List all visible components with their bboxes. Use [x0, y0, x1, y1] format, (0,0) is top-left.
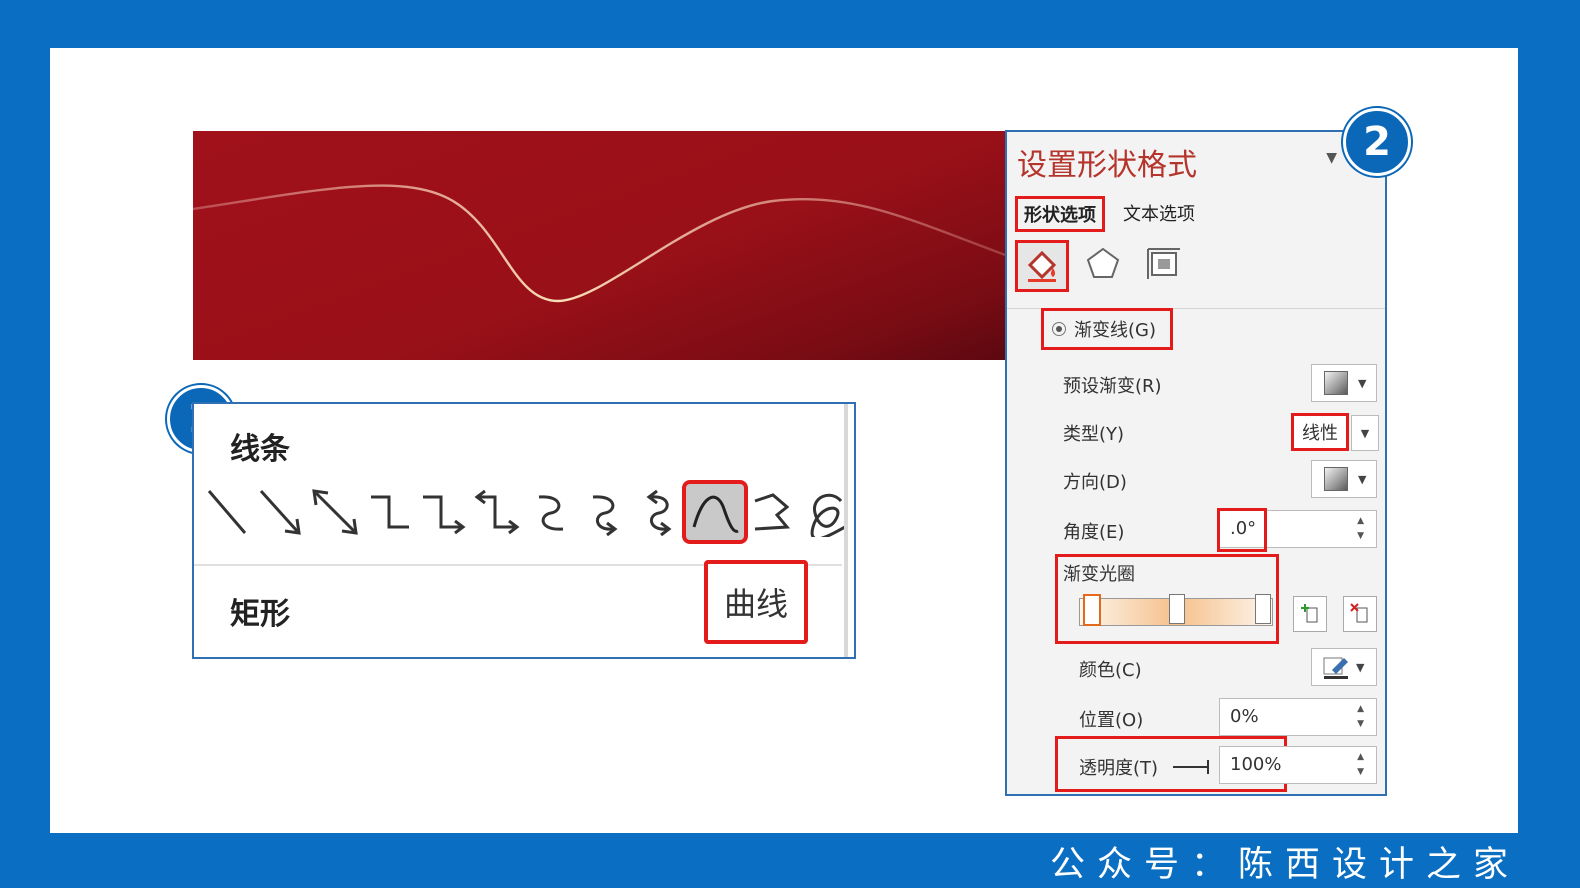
preset-gradient-dropdown[interactable]: ▼ — [1311, 364, 1377, 402]
tab-text-options[interactable]: 文本选项 — [1123, 200, 1195, 226]
add-stop-button[interactable] — [1293, 596, 1327, 632]
gradient-swatch-icon — [1324, 371, 1348, 395]
lines-heading: 线条 — [230, 432, 290, 467]
pentagon-glyph — [1086, 247, 1120, 278]
gradient-stop-handle[interactable] — [1169, 594, 1185, 624]
spin-down-icon[interactable]: ▼ — [1357, 719, 1364, 729]
gradient-stops-label: 渐变光圈 — [1063, 564, 1135, 585]
chevron-down-icon: ▼ — [1356, 660, 1365, 674]
chevron-down-icon: ▼ — [1358, 376, 1367, 390]
curve-tooltip: 曲线 — [704, 560, 808, 644]
direction-label: 方向(D) — [1063, 472, 1127, 493]
direction-swatch-icon — [1324, 467, 1348, 491]
tab-shape-options[interactable]: 形状选项 — [1015, 196, 1105, 232]
angle-highlight — [1217, 508, 1267, 552]
type-select[interactable]: 线性 — [1291, 413, 1349, 451]
position-value: 0% — [1230, 706, 1259, 727]
transparency-spinner[interactable]: 100% ▲ ▼ — [1219, 746, 1377, 784]
line-icon[interactable] — [200, 482, 254, 542]
spin-down-icon[interactable]: ▼ — [1357, 767, 1364, 777]
double-arrow-line-icon[interactable] — [308, 482, 362, 542]
gradient-stop-handle[interactable] — [1255, 594, 1271, 624]
freeform-icon[interactable] — [744, 482, 798, 542]
curved-double-arrow-glyph — [646, 489, 672, 537]
scribble-icon-glyph — [810, 493, 846, 537]
spin-up-icon[interactable]: ▲ — [1357, 516, 1364, 526]
position-spinner[interactable]: 0% ▲ ▼ — [1219, 698, 1377, 736]
color-label: 颜色(C) — [1079, 660, 1142, 681]
transparency-slider-icon[interactable] — [1173, 760, 1209, 774]
chevron-down-icon: ▼ — [1358, 472, 1367, 486]
shapes-gallery-lines: 线条 矩形 曲线 — [192, 402, 856, 659]
remove-stop-button[interactable] — [1343, 596, 1377, 632]
elbow-double-arrow-glyph — [474, 489, 520, 535]
curved-arrow-connector-icon[interactable] — [578, 482, 632, 542]
size-properties-icon[interactable] — [1139, 240, 1187, 286]
fill-line-icon[interactable] — [1015, 240, 1069, 292]
gradient-stop-handle[interactable] — [1083, 594, 1101, 626]
gradient-line-radio[interactable]: 渐变线(G) — [1041, 308, 1173, 350]
curve-icon-glyph — [692, 495, 739, 533]
size-glyph — [1147, 248, 1180, 279]
curved-double-arrow-connector-icon[interactable] — [632, 482, 686, 542]
gradient-line-label: 渐变线(G) — [1074, 320, 1156, 341]
pen-color-icon — [1323, 657, 1348, 679]
direction-dropdown[interactable]: ▼ — [1311, 460, 1377, 498]
arrow-line-icon[interactable] — [254, 482, 308, 542]
step-badge-2: 2 — [1343, 108, 1411, 176]
color-picker-button[interactable]: ▼ — [1311, 648, 1377, 686]
radio-dot-icon — [1052, 322, 1066, 336]
transparency-value: 100% — [1230, 754, 1282, 775]
curved-arrow-connector-glyph — [592, 495, 618, 537]
spin-down-icon[interactable]: ▼ — [1357, 531, 1364, 541]
spin-up-icon[interactable]: ▲ — [1357, 704, 1364, 714]
elbow-connector-icon[interactable] — [362, 482, 416, 542]
gallery-scrollbar[interactable] — [844, 404, 848, 657]
double-arrow-line-icon-glyph — [312, 489, 358, 535]
elbow-arrow-connector-icon[interactable] — [416, 482, 470, 542]
type-label: 类型(Y) — [1063, 424, 1125, 445]
format-shape-pane: 设置形状格式 ▼ 形状选项 文本选项 渐变线(G) 预设渐变(R) ▼ 类型(Y… — [1005, 130, 1387, 796]
freeform-icon-glyph — [754, 493, 791, 531]
rectangles-heading: 矩形 — [230, 597, 290, 632]
curve-icon[interactable] — [682, 480, 748, 544]
line-icon-glyph — [207, 490, 247, 534]
pane-title: 设置形状格式 — [1017, 148, 1197, 183]
type-chevron-down-icon[interactable]: ▼ — [1351, 415, 1379, 451]
elbow-connector-icon-glyph — [371, 495, 409, 529]
remove-stop-icon — [1350, 603, 1368, 623]
curved-connector-icon[interactable] — [524, 482, 578, 542]
position-label: 位置(O) — [1079, 710, 1144, 731]
elbow-arrow-connector-icon-glyph — [423, 495, 466, 535]
effects-pentagon-icon[interactable] — [1079, 240, 1127, 286]
pane-options-caret-icon[interactable]: ▼ — [1326, 150, 1337, 166]
arrow-line-icon-glyph — [259, 489, 301, 535]
elbow-double-arrow-connector-icon[interactable] — [470, 482, 524, 542]
footer-credit: 公众号：陈西设计之家 — [1049, 845, 1520, 885]
red-banner-with-curve — [193, 131, 1008, 360]
gradient-curve-line — [193, 184, 1008, 303]
curved-connector-glyph — [538, 495, 564, 531]
spin-up-icon[interactable]: ▲ — [1357, 752, 1364, 762]
lines-icon-row — [200, 480, 852, 546]
preset-gradient-label: 预设渐变(R) — [1063, 376, 1162, 397]
transparency-label: 透明度(T) — [1079, 758, 1159, 779]
paint-bucket-glyph — [1027, 250, 1057, 282]
add-stop-icon — [1301, 604, 1318, 623]
angle-label: 角度(E) — [1063, 522, 1125, 543]
